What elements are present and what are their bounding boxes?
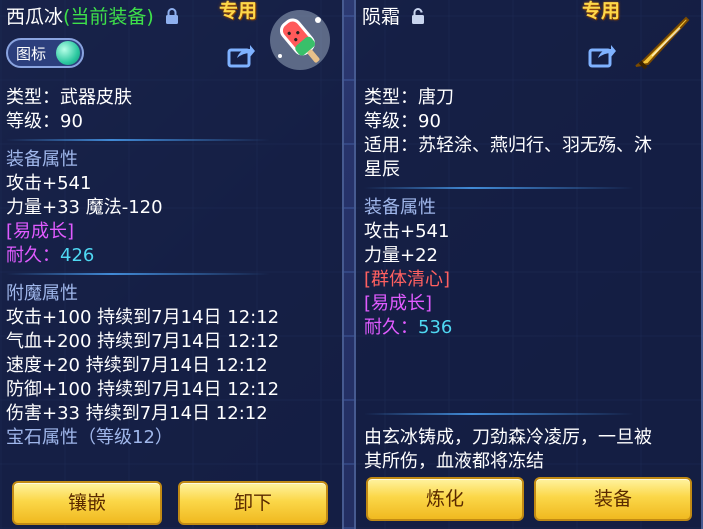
equip-attr-header: 装备属性 — [364, 197, 436, 218]
divider — [364, 187, 634, 189]
item-level: 等级：90 — [6, 111, 83, 132]
item-description: 由玄冰铸成，刀劲森冷凌厉，一旦被 其所伤，血液都将冻结 — [364, 426, 699, 474]
exclusive-label: 专用 — [219, 0, 258, 22]
unequip-button[interactable]: 卸下 — [178, 481, 328, 525]
compare-item-panel: 陨霜 专用 类型：唐刀 等级：90 适用：苏轻涂、燕归行、羽无殇、沐 星辰 装备… — [354, 0, 703, 529]
inlay-button[interactable]: 镶嵌 — [12, 481, 162, 525]
item-name: 陨霜 — [362, 6, 401, 28]
durability-value: 426 — [60, 245, 95, 266]
growth-tag: [易成长] — [364, 293, 433, 314]
description-line: 由玄冰铸成，刀劲森冷凌厉，一旦被 — [364, 427, 652, 448]
enchant-line: 速度+20 持续到7月14日 12:12 — [6, 355, 268, 376]
equip-button[interactable]: 装备 — [534, 477, 692, 521]
item-info: 类型：武器皮肤 等级：90 装备属性 攻击+541 力量+33 魔法-120 [… — [6, 86, 336, 450]
item-type: 类型：武器皮肤 — [6, 87, 132, 108]
item-info: 类型：唐刀 等级：90 适用：苏轻涂、燕归行、羽无殇、沐 星辰 装备属性 攻击+… — [364, 86, 699, 340]
strength-stat: 力量+22 — [364, 245, 438, 266]
durability: 耐久：536 — [364, 316, 699, 340]
current-equipped-label: (当前装备) — [63, 6, 154, 28]
enchant-header: 附魔属性 — [6, 283, 78, 304]
durability: 耐久：426 — [6, 244, 336, 268]
item-level: 等级：90 — [364, 111, 441, 132]
divider — [6, 273, 270, 275]
divider — [6, 139, 270, 141]
item-title: 陨霜 — [362, 2, 427, 29]
share-icon[interactable] — [226, 40, 256, 70]
divider — [364, 413, 634, 415]
lock-open-icon[interactable] — [409, 7, 427, 25]
item-type: 类型：唐刀 — [364, 87, 454, 108]
attack-stat: 攻击+541 — [6, 173, 92, 194]
enchant-line: 气血+200 持续到7月14日 12:12 — [6, 331, 280, 352]
enchant-line: 伤害+33 持续到7月14日 12:12 — [6, 403, 268, 424]
current-equipment-panel: 西瓜冰(当前装备) 专用 图标 类型：武器皮肤 等级：90 装备属性 攻击+54… — [0, 0, 344, 529]
icon-toggle[interactable]: 图标 — [6, 38, 84, 68]
gem-header: 宝石属性（等级12） — [6, 427, 173, 448]
lock-closed-icon[interactable] — [163, 7, 181, 25]
durability-label: 耐久： — [364, 317, 418, 338]
applies-to: 适用：苏轻涂、燕归行、羽无殇、沐 — [364, 135, 652, 156]
refine-button[interactable]: 炼化 — [366, 477, 524, 521]
share-icon[interactable] — [587, 40, 617, 70]
icon-toggle-label: 图标 — [16, 45, 47, 63]
item-name: 西瓜冰 — [6, 6, 64, 28]
group-clear-tag: [群体清心] — [364, 269, 451, 290]
description-line: 其所伤，血液都将冻结 — [364, 451, 544, 472]
exclusive-label: 专用 — [582, 0, 621, 22]
growth-tag: [易成长] — [6, 221, 75, 242]
watermelon-ice-skin-icon — [270, 10, 330, 70]
enchant-line: 防御+100 持续到7月14日 12:12 — [6, 379, 280, 400]
tang-blade-icon — [635, 16, 690, 70]
equip-attr-header: 装备属性 — [6, 149, 78, 170]
applies-to-cont: 星辰 — [364, 159, 400, 180]
enchant-line: 攻击+100 持续到7月14日 12:12 — [6, 307, 280, 328]
durability-value: 536 — [418, 317, 453, 338]
attack-stat: 攻击+541 — [364, 221, 450, 242]
durability-label: 耐久： — [6, 245, 60, 266]
strength-magic-stat: 力量+33 魔法-120 — [6, 197, 163, 218]
item-title: 西瓜冰(当前装备) — [6, 2, 181, 29]
toggle-knob — [56, 41, 80, 65]
